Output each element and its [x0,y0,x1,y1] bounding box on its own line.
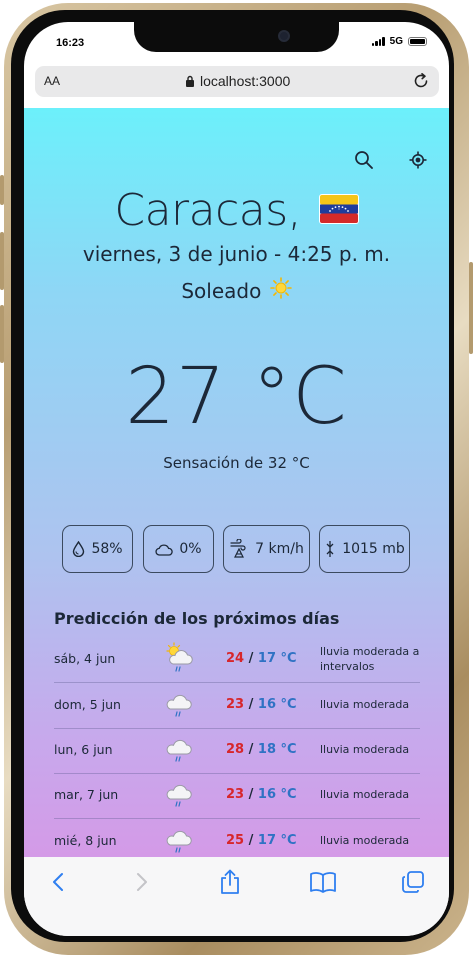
current-temperature: 27 °C [125,352,348,442]
signal-icon [371,37,385,46]
forecast-max: 23 [226,697,245,712]
forecast-description: lluvia moderada [320,834,410,847]
sun-cloud-rain-icon [162,642,196,676]
wind-value: 7 km/h [255,541,304,557]
condition-label: Soleado [181,279,262,303]
bookmarks-button[interactable] [308,869,338,895]
forecast-max: 23 [226,787,245,802]
back-button[interactable] [45,869,71,895]
forecast-min: 16 °C [257,787,297,802]
url-text: localhost:3000 [200,73,291,89]
forecast-temps: 28 / 18 °C [226,742,297,757]
tabs-button[interactable] [400,869,426,895]
humidity-stat: 58% [62,525,133,573]
forecast-description: lluvia moderada [320,698,410,711]
reload-icon[interactable] [412,72,430,90]
forecast-row: mar, 7 jun 23 / 16 °C lluvia moderada [54,774,420,819]
url-display[interactable]: localhost:3000 [185,73,290,89]
forecast-day: lun, 6 jun [54,742,113,757]
forecast-row: dom, 5 jun 23 / 16 °C lluvia moderada [54,684,420,729]
forecast-temps: 25 / 17 °C [226,833,297,848]
search-icon [355,151,373,169]
share-icon [221,869,239,894]
pressure-stat: 1015 mb [319,525,410,573]
forecast-temps: 23 / 16 °C [226,787,297,802]
forecast-day: dom, 5 jun [54,697,121,712]
status-time: 16:23 [56,37,85,49]
forecast-title: Predicción de los próximos días [54,609,340,628]
forecast-row: lun, 6 jun 28 / 18 °C lluvia moderada [54,729,420,774]
forecast-temps: 23 / 16 °C [226,697,297,712]
wind-stat: 7 km/h [223,525,310,573]
notch [134,22,339,52]
forecast-min: 18 °C [257,742,297,757]
forecast-min: 17 °C [257,833,297,848]
weather-page: Caracas, viernes, 3 de junio - 4:25 p. m… [24,108,449,857]
share-button[interactable] [217,869,243,895]
forecast-max: 24 [226,651,245,666]
cloud-icon [155,544,174,556]
droplet-icon [73,541,85,557]
location-button[interactable] [406,148,430,172]
humidity-value: 58% [91,541,123,557]
browser-toolbar [24,857,449,936]
forecast-row: mié, 8 jun 25 / 17 °C lluvia moderada [54,820,420,857]
forecast-min: 17 °C [257,651,297,666]
city-name: Caracas, [24,185,449,239]
forecast-min: 16 °C [257,697,297,712]
forward-button[interactable] [129,869,155,895]
city-label: Caracas, [114,185,302,236]
cloudiness-stat: 0% [143,525,214,573]
status-indicators: 5G [371,36,427,47]
venezuela-flag-icon [318,184,359,235]
forecast-description: lluvia moderada [320,743,410,756]
mute-switch [0,175,4,205]
chevron-right-icon [137,873,147,891]
crosshair-location-icon [409,151,427,169]
forecast-max: 28 [226,742,245,757]
network-label: 5G [389,36,403,47]
search-button[interactable] [352,148,376,172]
battery-icon [408,37,427,46]
volume-up-button [0,232,4,290]
sun-icon [269,277,292,304]
forecast-day: mar, 7 jun [54,787,119,802]
forecast-max: 25 [226,833,245,848]
tabs-icon [402,871,424,893]
address-bar[interactable]: AA localhost:3000 [35,66,439,97]
forecast-row: sáb, 4 jun 24 / 17 °C lluvia moderada a … [54,638,420,683]
cloud-rain-icon [162,824,196,857]
chevron-left-icon [53,873,63,891]
cloud-rain-icon [162,733,196,767]
cloud-rain-icon [162,778,196,812]
date-time: viernes, 3 de junio - 4:25 p. m. [82,242,391,266]
book-icon [310,872,336,893]
forecast-description: lluvia moderada [320,788,410,801]
forecast-day: mié, 8 jun [54,833,117,848]
camera-icon [278,30,290,42]
lock-icon [186,75,194,87]
cloudiness-value: 0% [179,541,202,557]
wind-icon [230,539,246,558]
pressure-value: 1015 mb [342,541,405,557]
condition: Soleado [24,277,449,306]
volume-down-button [0,305,4,363]
forecast-temps: 24 / 17 °C [226,651,297,666]
pressure-arrows-icon [326,541,334,557]
phone-screen: 16:23 5G AA localhost:3000 Caracas, vier… [24,22,449,936]
forecast-day: sáb, 4 jun [54,651,116,666]
power-button [469,262,473,354]
cloud-rain-icon [162,688,196,722]
forecast-description: lluvia moderada a intervalos [320,645,420,673]
feels-like: Sensación de 32 °C [163,454,310,472]
reader-aa-button[interactable]: AA [44,74,60,88]
